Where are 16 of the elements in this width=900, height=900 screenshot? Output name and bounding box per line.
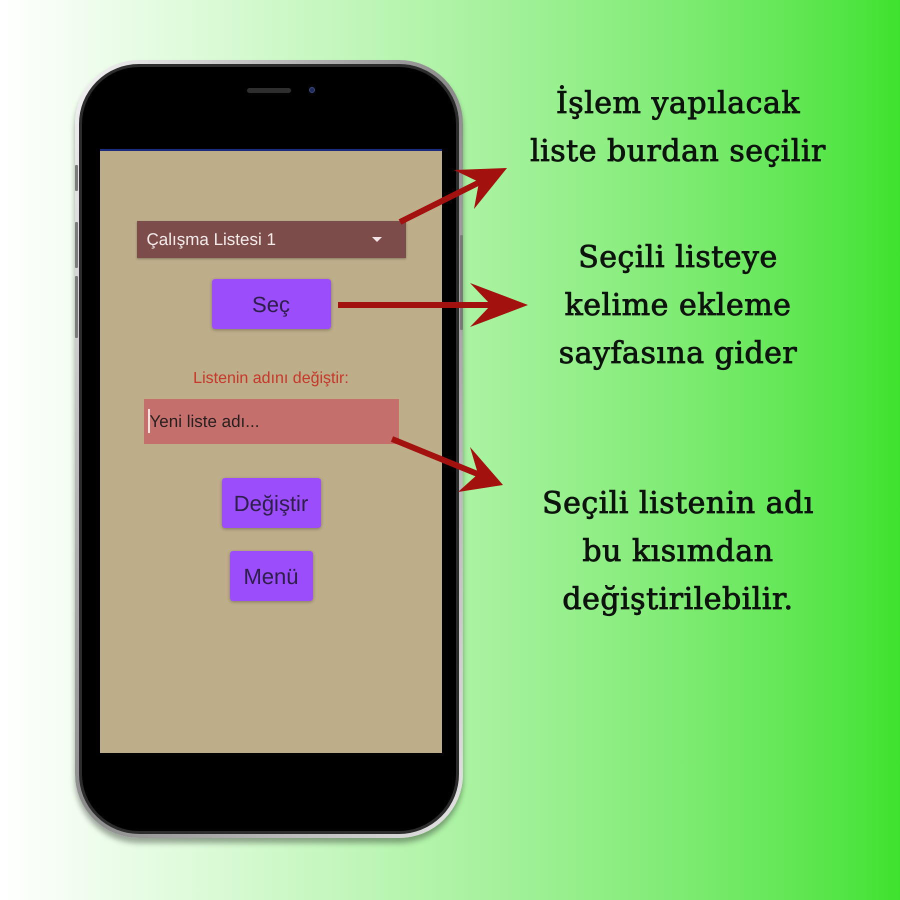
- list-dropdown[interactable]: Çalışma Listesi 1: [136, 221, 406, 258]
- app-button[interactable]: Değiştir: [222, 478, 320, 528]
- app-button[interactable]: Seç: [212, 279, 330, 329]
- side-button[interactable]: [75, 276, 78, 338]
- side-button[interactable]: [460, 235, 463, 330]
- annotation-text: Seçili listeye kelime ekleme sayfasına gider: [558, 239, 798, 373]
- annotation-text: Seçili listenin adı bu kısımdan değiştirilebilir.: [542, 485, 814, 619]
- side-button[interactable]: [75, 165, 78, 191]
- side-button[interactable]: [75, 222, 78, 268]
- camera-icon: [309, 87, 315, 93]
- caret-icon: [372, 237, 382, 242]
- annotation-text: İşlem yapılacak liste burdan seçilir: [530, 84, 826, 171]
- speaker-slot-icon: [247, 88, 291, 92]
- list-name-input[interactable]: Yeni liste adı...: [144, 399, 398, 444]
- rename-label: Listenin adını değiştir:: [193, 369, 349, 389]
- app-button[interactable]: Menü: [230, 551, 312, 601]
